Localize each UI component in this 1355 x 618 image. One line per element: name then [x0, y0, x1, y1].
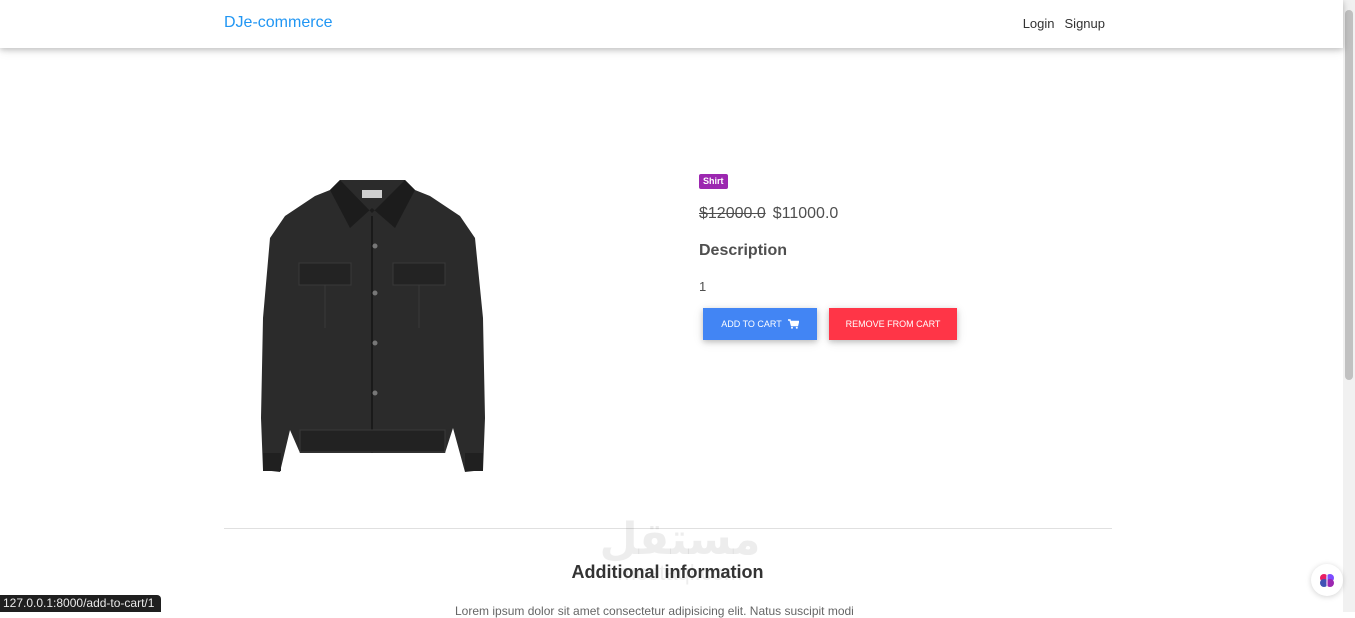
add-to-cart-button[interactable]: ADD TO CART	[703, 308, 817, 340]
description-heading: Description	[699, 242, 788, 259]
navbar: DJe-commerce Login Signup	[0, 0, 1343, 48]
remove-from-cart-label: REMOVE FROM CART	[845, 319, 941, 329]
additional-info-heading: Additional information	[571, 562, 764, 582]
current-price: $11000.0	[772, 205, 839, 222]
description-text: 1	[699, 279, 707, 294]
product-image	[261, 180, 485, 472]
brain-icon	[1320, 574, 1334, 587]
watermark-arabic: مستقل	[599, 514, 761, 565]
category-badge: Shirt	[699, 174, 728, 189]
login-link[interactable]: Login	[1023, 16, 1055, 31]
signup-link[interactable]: Signup	[1065, 16, 1105, 31]
additional-info-text: Lorem ipsum dolor sit amet consectetur a…	[455, 604, 854, 618]
link-status-bar: 127.0.0.1:8000/add-to-cart/1	[0, 595, 162, 612]
price-block: $12000.0 $11000.0	[699, 205, 838, 223]
assistant-fab[interactable]	[1311, 564, 1343, 596]
section-divider	[224, 528, 1112, 529]
add-to-cart-label: ADD TO CART	[721, 319, 782, 329]
scrollbar-thumb[interactable]	[1345, 10, 1353, 380]
brand-link[interactable]: DJe-commerce	[224, 14, 332, 32]
nav-links: Login Signup	[1023, 16, 1105, 31]
vertical-scrollbar[interactable]	[1343, 0, 1355, 612]
remove-from-cart-button[interactable]: REMOVE FROM CART	[829, 308, 957, 340]
shopping-cart-icon	[787, 319, 799, 329]
old-price: $12000.0	[699, 205, 766, 222]
